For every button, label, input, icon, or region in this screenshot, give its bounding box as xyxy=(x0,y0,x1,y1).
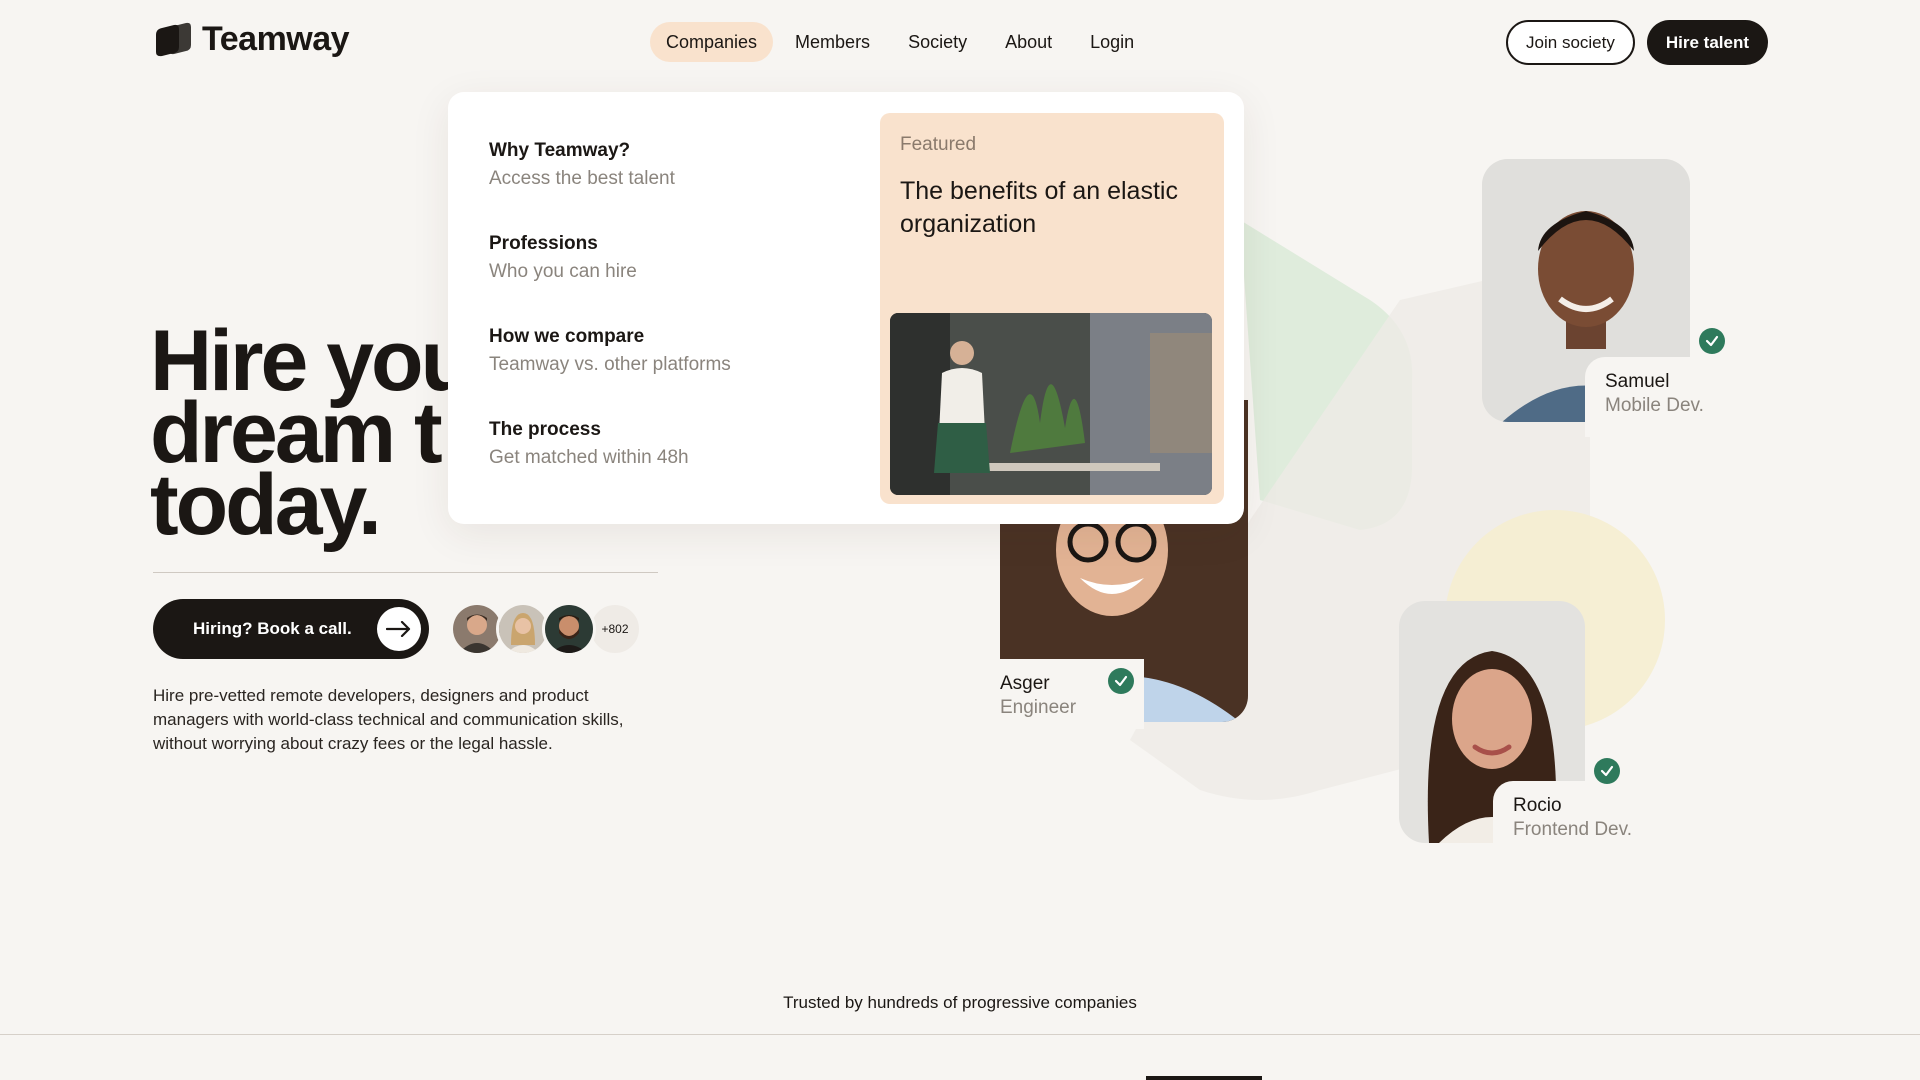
member-avatars: +802 xyxy=(450,602,642,656)
nav-members[interactable]: Members xyxy=(779,22,886,62)
member-count-badge: +802 xyxy=(588,602,642,656)
talent-role: Mobile Dev. xyxy=(1605,395,1704,416)
brand-logo[interactable]: Teamway xyxy=(152,20,350,59)
talent-role: Frontend Dev. xyxy=(1513,819,1632,840)
trusted-by-text: Trusted by hundreds of progressive compa… xyxy=(783,993,1137,1012)
verified-check-icon xyxy=(1108,668,1134,694)
companies-dropdown-menu: Why Teamway? Access the best talent Prof… xyxy=(448,92,1244,524)
talent-name: Rocio xyxy=(1513,795,1562,816)
dropdown-list: Why Teamway? Access the best talent Prof… xyxy=(489,140,731,512)
dropdown-item-subtitle: Teamway vs. other platforms xyxy=(489,354,731,375)
featured-article-card[interactable]: Featured The benefits of an elastic orga… xyxy=(880,113,1224,504)
dropdown-item-title: Why Teamway? xyxy=(489,140,631,161)
top-navigation: Teamway Companies Members Society About … xyxy=(0,0,1920,86)
partner-logo xyxy=(1146,1076,1262,1080)
hero-description: Hire pre-vetted remote developers, desig… xyxy=(153,686,624,753)
dropdown-item-title: Professions xyxy=(489,233,598,254)
talent-tag-rocio: Rocio Frontend Dev. xyxy=(1493,781,1679,851)
talent-name: Samuel xyxy=(1605,371,1670,392)
featured-image xyxy=(890,313,1212,495)
dropdown-item-title: The process xyxy=(489,419,601,440)
hire-talent-button[interactable]: Hire talent xyxy=(1646,20,1768,65)
nav-companies[interactable]: Companies xyxy=(650,22,774,62)
talent-tag-samuel: Samuel Mobile Dev. xyxy=(1585,357,1735,437)
section-divider xyxy=(0,1034,1920,1035)
verified-check-icon xyxy=(1699,328,1725,354)
book-call-button[interactable]: Hiring? Book a call. xyxy=(153,599,429,659)
dropdown-item-title: How we compare xyxy=(489,326,645,347)
hero-divider xyxy=(153,572,658,573)
nav-actions: Join society Hire talent xyxy=(1506,20,1768,65)
dropdown-item-why-teamway[interactable]: Why Teamway? Access the best talent xyxy=(489,140,731,233)
dropdown-item-subtitle: Access the best talent xyxy=(489,168,675,189)
brand-name: Teamway xyxy=(202,20,350,58)
featured-label: Featured xyxy=(900,134,977,155)
verified-check-icon xyxy=(1594,758,1620,784)
talent-name: Asger xyxy=(1000,673,1050,694)
nav-society[interactable]: Society xyxy=(892,22,983,62)
avatar xyxy=(542,602,596,656)
teamway-logo-icon xyxy=(156,22,191,56)
book-call-label: Hiring? Book a call. xyxy=(193,619,352,638)
dropdown-item-subtitle: Who you can hire xyxy=(489,261,637,282)
dropdown-item-subtitle: Get matched within 48h xyxy=(489,447,689,468)
join-society-button[interactable]: Join society xyxy=(1506,20,1635,65)
dropdown-item-professions[interactable]: Professions Who you can hire xyxy=(489,233,731,326)
dropdown-item-how-we-compare[interactable]: How we compare Teamway vs. other platfor… xyxy=(489,326,731,419)
dropdown-item-the-process[interactable]: The process Get matched within 48h xyxy=(489,419,731,512)
nav-login[interactable]: Login xyxy=(1074,22,1150,62)
talent-role: Engineer xyxy=(1000,697,1077,718)
arrow-right-icon xyxy=(377,607,421,651)
featured-title: The benefits of an elastic organization xyxy=(900,177,1178,238)
nav-about[interactable]: About xyxy=(989,22,1068,62)
nav-links: Companies Members Society About Login xyxy=(650,22,1150,62)
